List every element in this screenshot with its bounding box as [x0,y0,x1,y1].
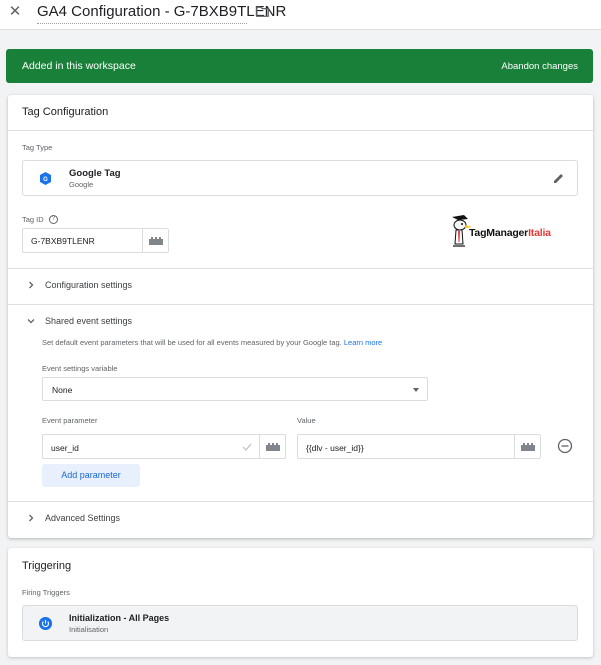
title-underline [37,23,247,24]
logo-text-part1: TagManager [469,227,529,239]
close-icon[interactable]: ✕ [8,4,22,20]
logo-text-part2: Italia [528,227,551,239]
add-parameter-button[interactable]: Add parameter [42,464,140,487]
svg-text:G: G [43,177,48,183]
shared-event-settings-label: Shared event settings [45,316,133,326]
variable-picker-button[interactable] [142,229,168,252]
configuration-settings-label: Configuration settings [45,280,133,290]
shared-desc-text: Set default event parameters that will b… [42,338,342,347]
tag-type-selector[interactable]: G Google Tag Google [22,160,578,196]
event-parameter-input[interactable]: user_id [42,434,286,459]
triggering-title: Triggering [22,560,72,572]
remove-circle-icon[interactable] [557,438,573,454]
learn-more-link[interactable]: Learn more [344,338,382,347]
shared-event-settings-section[interactable]: Shared event settings [8,305,593,339]
firing-trigger-item[interactable]: Initialization - All Pages Initialisatio… [22,605,578,641]
trigger-name: Initialization - All Pages [69,613,170,623]
google-tag-icon: G [40,172,51,185]
parameter-value: {{dlv - user_id}} [306,443,364,453]
variable-picker-button[interactable] [514,435,540,458]
variable-picker-button[interactable] [259,435,285,458]
tag-configuration-title: Tag Configuration [22,106,109,118]
page-title[interactable]: GA4 Configuration - G-7BXB9TLENR [37,3,286,20]
tag-id-value: G-7BXB9TLENR [31,236,95,246]
tag-type-label: Tag Type [22,143,53,152]
caret-down-icon [413,388,419,392]
tagmanageritalia-logo: TagManagerItalia [446,213,570,249]
value-label: Value [297,416,316,425]
trigger-type: Initialisation [69,625,109,634]
tag-type-name: Google Tag [69,168,121,179]
tag-id-input[interactable]: G-7BXB9TLENR [22,228,169,253]
chevron-right-icon [29,514,34,522]
tag-type-vendor: Google [69,180,94,189]
help-icon[interactable]: ? [49,215,58,224]
triggering-card: Triggering Firing Triggers Initializatio… [8,548,593,657]
top-bar: ✕ GA4 Configuration - G-7BXB9TLENR [0,0,601,30]
banner-text: Added in this workspace [22,60,136,72]
chevron-right-icon [29,281,34,289]
parameter-value-input[interactable]: {{dlv - user_id}} [297,434,541,459]
check-icon [242,443,252,451]
event-parameter-label: Event parameter [42,416,98,425]
divider [8,130,593,131]
pencil-icon[interactable] [553,172,565,184]
variable-icon [266,442,280,451]
event-settings-variable-select[interactable]: None [42,377,428,401]
advanced-settings-section[interactable]: Advanced Settings [8,502,593,536]
chevron-down-icon [27,319,35,324]
shared-event-settings-description: Set default event parameters that will b… [42,338,382,347]
abandon-changes-button[interactable]: Abandon changes [501,61,578,72]
power-icon [39,617,52,630]
variable-icon [149,236,163,245]
configuration-settings-section[interactable]: Configuration settings [8,269,593,303]
firing-triggers-label: Firing Triggers [22,588,70,597]
event-settings-variable-label: Event settings variable [42,364,118,373]
event-settings-variable-value: None [52,385,73,395]
advanced-settings-label: Advanced Settings [45,513,121,523]
tag-configuration-card: Tag Configuration Tag Type G Google Tag … [8,95,593,538]
variable-icon [521,442,535,451]
tag-id-label: Tag ID [22,215,44,224]
folder-icon[interactable] [256,6,269,17]
workspace-banner: Added in this workspace Abandon changes [6,49,593,83]
logo-text: TagManagerItalia [469,227,551,239]
event-parameter-value: user_id [51,443,79,453]
